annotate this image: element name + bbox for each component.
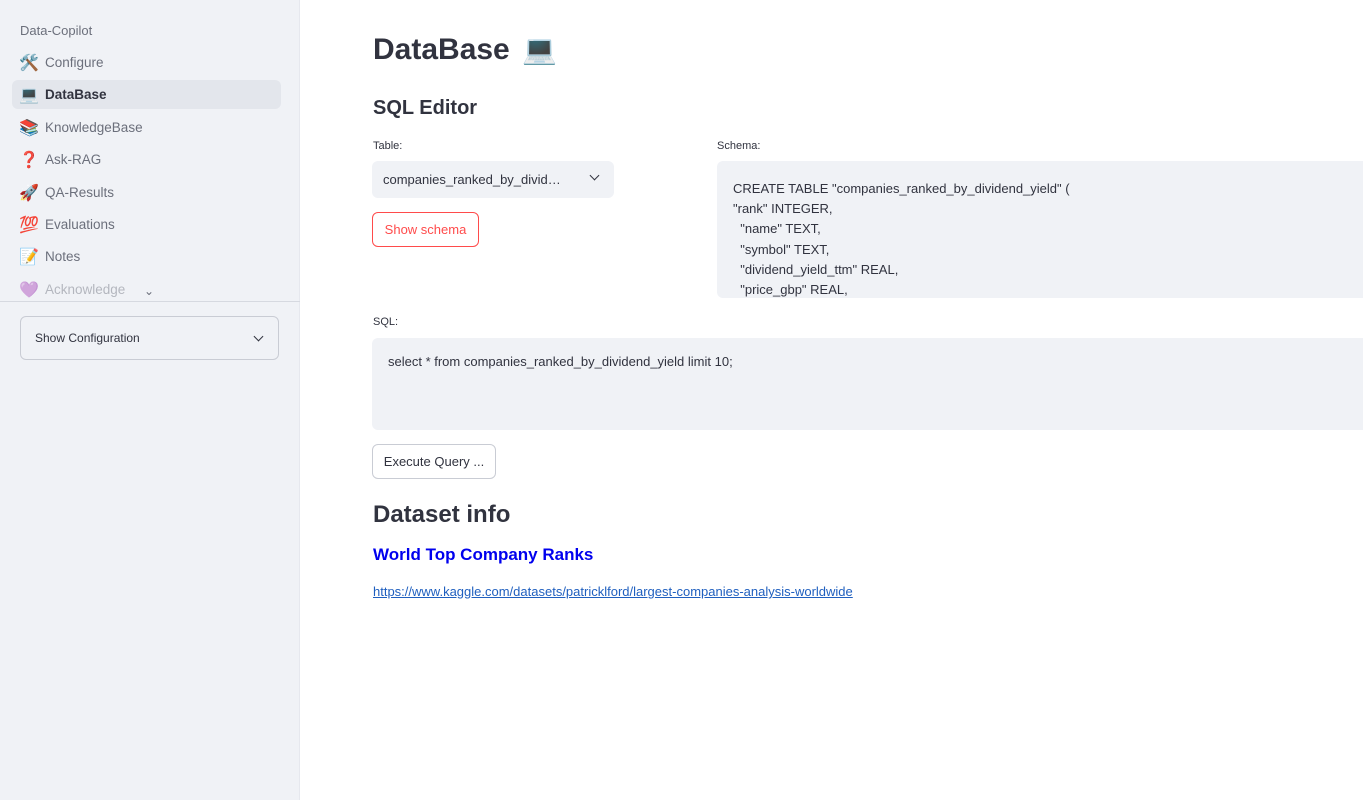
question-icon: ❓ (19, 150, 39, 170)
page-title-text: DataBase (373, 33, 510, 66)
sidebar-item-evaluations[interactable]: 💯 Evaluations (12, 210, 281, 239)
sidebar-item-notes[interactable]: 📝 Notes (12, 242, 281, 271)
sidebar-item-label: QA-Results (45, 184, 115, 200)
rocket-icon: 🚀 (19, 182, 39, 202)
memo-icon: 📝 (19, 247, 39, 267)
sql-textarea[interactable]: select * from companies_ranked_by_divide… (372, 338, 1363, 430)
sidebar-item-qa-results[interactable]: 🚀 QA-Results (12, 178, 281, 207)
main-content: DataBase 💻 SQL Editor Table: companies_r… (300, 0, 1363, 800)
sidebar-item-label: Acknowledge (45, 281, 126, 297)
sidebar: Data-Copilot 🛠️ Configure 💻 DataBase 📚 K… (0, 0, 300, 800)
sidebar-divider (0, 301, 300, 302)
laptop-icon: 💻 (19, 85, 39, 105)
expander-label: Show Configuration (35, 331, 140, 345)
schema-label: Schema: (717, 140, 761, 152)
sidebar-item-label: Ask-RAG (45, 152, 102, 168)
table-select[interactable]: companies_ranked_by_divid… (372, 161, 614, 198)
hundred-icon: 💯 (19, 214, 39, 234)
sql-label: SQL: (373, 316, 399, 328)
app-name: Data-Copilot (20, 23, 93, 38)
sidebar-item-label: DataBase (45, 87, 107, 103)
sidebar-item-knowledgebase[interactable]: 📚 KnowledgeBase (12, 113, 281, 142)
chevron-down-icon (589, 170, 600, 181)
show-schema-button[interactable]: Show schema (372, 212, 479, 247)
page-title: DataBase 💻 (373, 33, 557, 67)
nav-expand-chevron-icon[interactable]: ⌄ (144, 284, 154, 298)
chevron-down-icon (253, 331, 264, 341)
table-label: Table: (373, 140, 403, 152)
show-configuration-expander[interactable]: Show Configuration (20, 316, 279, 360)
tools-icon: 🛠️ (19, 53, 39, 72)
sidebar-nav: 🛠️ Configure 💻 DataBase 📚 KnowledgeBase … (12, 48, 281, 300)
sidebar-item-label: Evaluations (45, 216, 115, 232)
sidebar-item-label: KnowledgeBase (45, 119, 143, 135)
dataset-link[interactable]: https://www.kaggle.com/datasets/patrickl… (373, 584, 853, 599)
dataset-info-heading: Dataset info (373, 501, 511, 528)
books-icon: 📚 (19, 117, 39, 137)
schema-textarea[interactable]: CREATE TABLE "companies_ranked_by_divide… (717, 161, 1363, 298)
execute-query-button[interactable]: Execute Query ... (372, 444, 496, 479)
sql-editor-heading: SQL Editor (373, 97, 478, 119)
sidebar-item-label: Configure (45, 55, 104, 70)
table-select-value: companies_ranked_by_divid… (383, 172, 561, 187)
purple-heart-icon: 💜 (19, 279, 39, 299)
dataset-name: World Top Company Ranks (373, 545, 594, 564)
laptop-icon: 💻 (522, 33, 557, 66)
sidebar-item-ask-rag[interactable]: ❓ Ask-RAG (12, 145, 281, 174)
sidebar-item-configure[interactable]: 🛠️ Configure (12, 48, 281, 77)
sidebar-item-label: Notes (45, 249, 81, 265)
sidebar-item-database[interactable]: 💻 DataBase (12, 80, 281, 110)
